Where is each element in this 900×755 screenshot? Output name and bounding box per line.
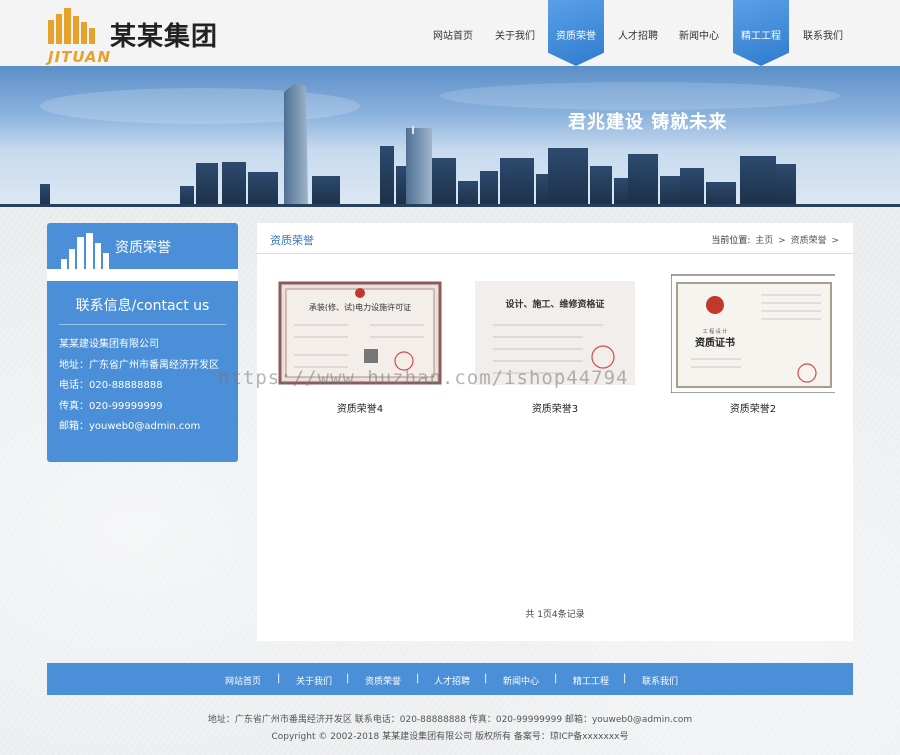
sidebar-header: 资质荣誉 bbox=[47, 223, 238, 269]
nav-label: 人才招聘 bbox=[618, 31, 658, 42]
cert-caption[interactable]: 资质荣誉4 bbox=[278, 400, 442, 415]
city-skyline-image bbox=[0, 82, 900, 207]
footer-link-projects[interactable]: 精工工程 bbox=[573, 674, 609, 687]
cert-subheading: 工 程 设 计 bbox=[703, 328, 728, 335]
watermark-text: https://www.huzhan.com/ishop44794 bbox=[218, 367, 629, 389]
site-header: 某某集团 JITUAN 网站首页 关于我们 资质荣誉 人才招聘 新闻中心 精工工… bbox=[0, 0, 900, 66]
breadcrumb-sep: > bbox=[831, 236, 839, 246]
breadcrumb-sep: > bbox=[778, 236, 786, 246]
nav-label: 网站首页 bbox=[433, 31, 473, 42]
breadcrumb-home[interactable]: 主页 bbox=[755, 236, 773, 246]
hero-banner: 君兆建设 铸就未来 bbox=[0, 66, 900, 207]
contact-info: 某某建设集团有限公司 地址：广东省广州市番禺经济开发区 电话：020-88888… bbox=[59, 335, 235, 438]
nav-about[interactable]: 关于我们 bbox=[486, 0, 544, 66]
cert-caption[interactable]: 资质荣誉3 bbox=[473, 400, 637, 415]
nav-label: 关于我们 bbox=[495, 31, 535, 42]
cert-caption[interactable]: 资质荣誉2 bbox=[671, 400, 835, 415]
breadcrumb: 当前位置: 主页 > 资质荣誉 > bbox=[711, 233, 841, 246]
nav-label: 联系我们 bbox=[803, 31, 843, 42]
footer-separator: | bbox=[277, 673, 281, 684]
nav-home[interactable]: 网站首页 bbox=[424, 0, 482, 66]
nav-label: 新闻中心 bbox=[679, 31, 719, 42]
content-header: 资质荣誉 当前位置: 主页 > 资质荣誉 > bbox=[257, 223, 853, 254]
cert-heading: 资质证书 bbox=[695, 336, 735, 349]
contact-email: 邮箱：youweb0@admin.com bbox=[59, 421, 201, 432]
contact-phone: 电话：020-88888888 bbox=[59, 380, 163, 391]
footer-copyright: Copyright © 2002-2018 某某建设集团有限公司 版权所有 备案… bbox=[271, 732, 629, 742]
footer-link-contact[interactable]: 联系我们 bbox=[642, 674, 678, 687]
footer-info: 地址：广东省广州市番禺经济开发区 联系电话：020-88888888 传真：02… bbox=[207, 715, 693, 725]
contact-title: 联系信息/contact us bbox=[75, 298, 210, 314]
content-panel: 资质荣誉 当前位置: 主页 > 资质荣誉 > 承装(修、试)电力设施许可证 资质… bbox=[257, 223, 853, 641]
contact-divider bbox=[59, 324, 226, 325]
nav-projects[interactable]: 精工工程 bbox=[733, 0, 789, 66]
nav-jobs[interactable]: 人才招聘 bbox=[608, 0, 668, 66]
footer-separator: | bbox=[484, 673, 488, 684]
footer-link-honors[interactable]: 资质荣誉 bbox=[365, 674, 401, 687]
sidebar: 资质荣誉 联系信息/contact us 某某建设集团有限公司 地址：广东省广州… bbox=[47, 223, 238, 462]
footer-link-news[interactable]: 新闻中心 bbox=[503, 674, 539, 687]
footer-link-home[interactable]: 网站首页 bbox=[225, 674, 261, 687]
main-nav: 网站首页 关于我们 资质荣誉 人才招聘 新闻中心 精工工程 联系我们 bbox=[0, 0, 900, 66]
nav-contact[interactable]: 联系我们 bbox=[794, 0, 852, 66]
banner-slogan: 君兆建设 铸就未来 bbox=[568, 112, 728, 133]
footer-separator: | bbox=[554, 673, 558, 684]
pagination: 共 1页4条记录 bbox=[525, 610, 585, 620]
sidebar-title: 资质荣誉 bbox=[115, 240, 171, 256]
footer-nav: 网站首页 | 关于我们 | 资质荣誉 | 人才招聘 | 新闻中心 | 精工工程 … bbox=[47, 663, 853, 695]
nav-honors[interactable]: 资质荣誉 bbox=[548, 0, 604, 66]
footer-separator: | bbox=[416, 673, 420, 684]
cert-heading: 设计、施工、维修资格证 bbox=[505, 298, 604, 310]
footer-link-about[interactable]: 关于我们 bbox=[296, 674, 332, 687]
buildings-icon bbox=[61, 233, 109, 269]
cert-heading: 承装(修、试)电力设施许可证 bbox=[309, 302, 411, 312]
company-name: 某某建设集团有限公司 bbox=[59, 339, 159, 350]
contact-address: 地址：广东省广州市番禺经济开发区 bbox=[59, 359, 219, 371]
nav-news[interactable]: 新闻中心 bbox=[670, 0, 728, 66]
content-title: 资质荣誉 bbox=[270, 234, 314, 247]
sidebar-divider-strip bbox=[47, 269, 238, 281]
contact-fax: 传真：020-99999999 bbox=[59, 400, 163, 412]
footer-link-jobs[interactable]: 人才招聘 bbox=[434, 674, 470, 687]
footer-separator: | bbox=[623, 673, 627, 684]
footer-separator: | bbox=[346, 673, 350, 684]
nav-label: 精工工程 bbox=[741, 31, 781, 42]
nav-label: 资质荣誉 bbox=[556, 31, 596, 42]
breadcrumb-current[interactable]: 资质荣誉 bbox=[791, 236, 827, 246]
cert-image[interactable]: 工 程 设 计 资质证书 bbox=[671, 273, 835, 393]
breadcrumb-label: 当前位置: bbox=[711, 236, 751, 246]
